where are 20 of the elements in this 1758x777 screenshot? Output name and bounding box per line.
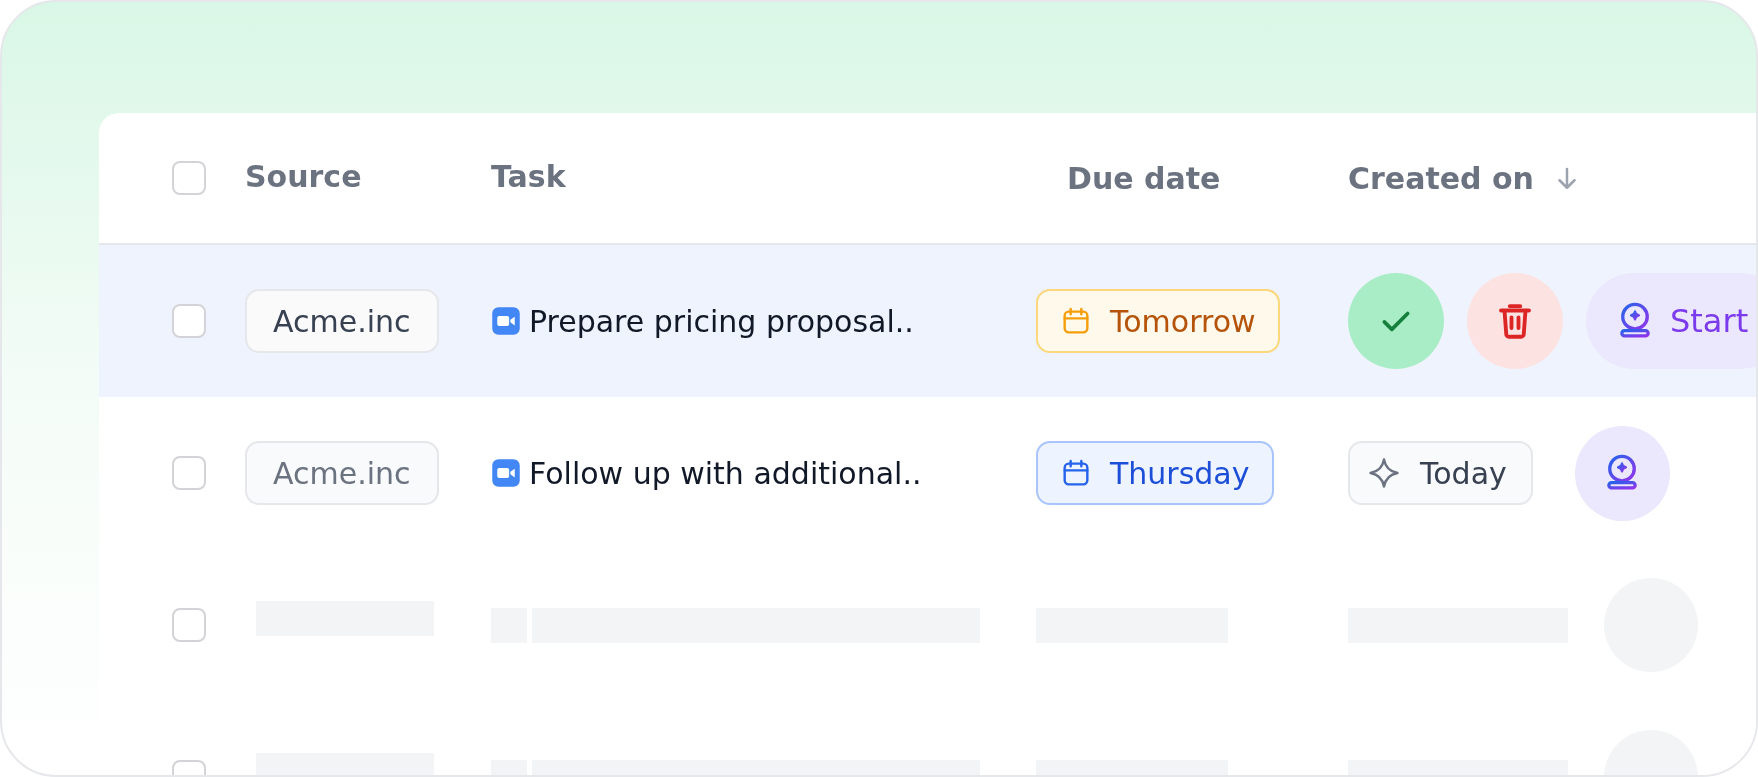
column-header[interactable]: Created on [1348,155,1582,201]
column-header[interactable]: Source [245,153,362,199]
column-header[interactable]: Task [491,153,566,199]
video-icon [491,458,521,488]
due-date-chip[interactable]: Thursday [1036,441,1274,505]
task-title[interactable]: Follow up with additional.. [529,450,922,496]
row-checkbox[interactable] [172,456,206,490]
header-checkbox[interactable] [172,161,206,195]
video-icon [491,306,521,336]
column-header[interactable]: Due date [1067,155,1221,201]
row-checkbox[interactable] [172,608,206,642]
source-tag: Acme.inc [245,441,439,505]
start-button[interactable]: Start [1586,273,1756,369]
sparkle-icon [1366,455,1402,491]
created-date-chip[interactable]: Today [1348,441,1533,505]
selected-row[interactable]: Acme.inc Prepare pricing proposal.. Tomorrow Start [99,245,1756,397]
task-title[interactable]: Prepare pricing proposal.. [529,298,914,344]
due-date-chip[interactable]: Tomorrow [1036,289,1280,353]
source-tag: Acme.inc [245,289,439,353]
row-checkbox[interactable] [172,304,206,338]
